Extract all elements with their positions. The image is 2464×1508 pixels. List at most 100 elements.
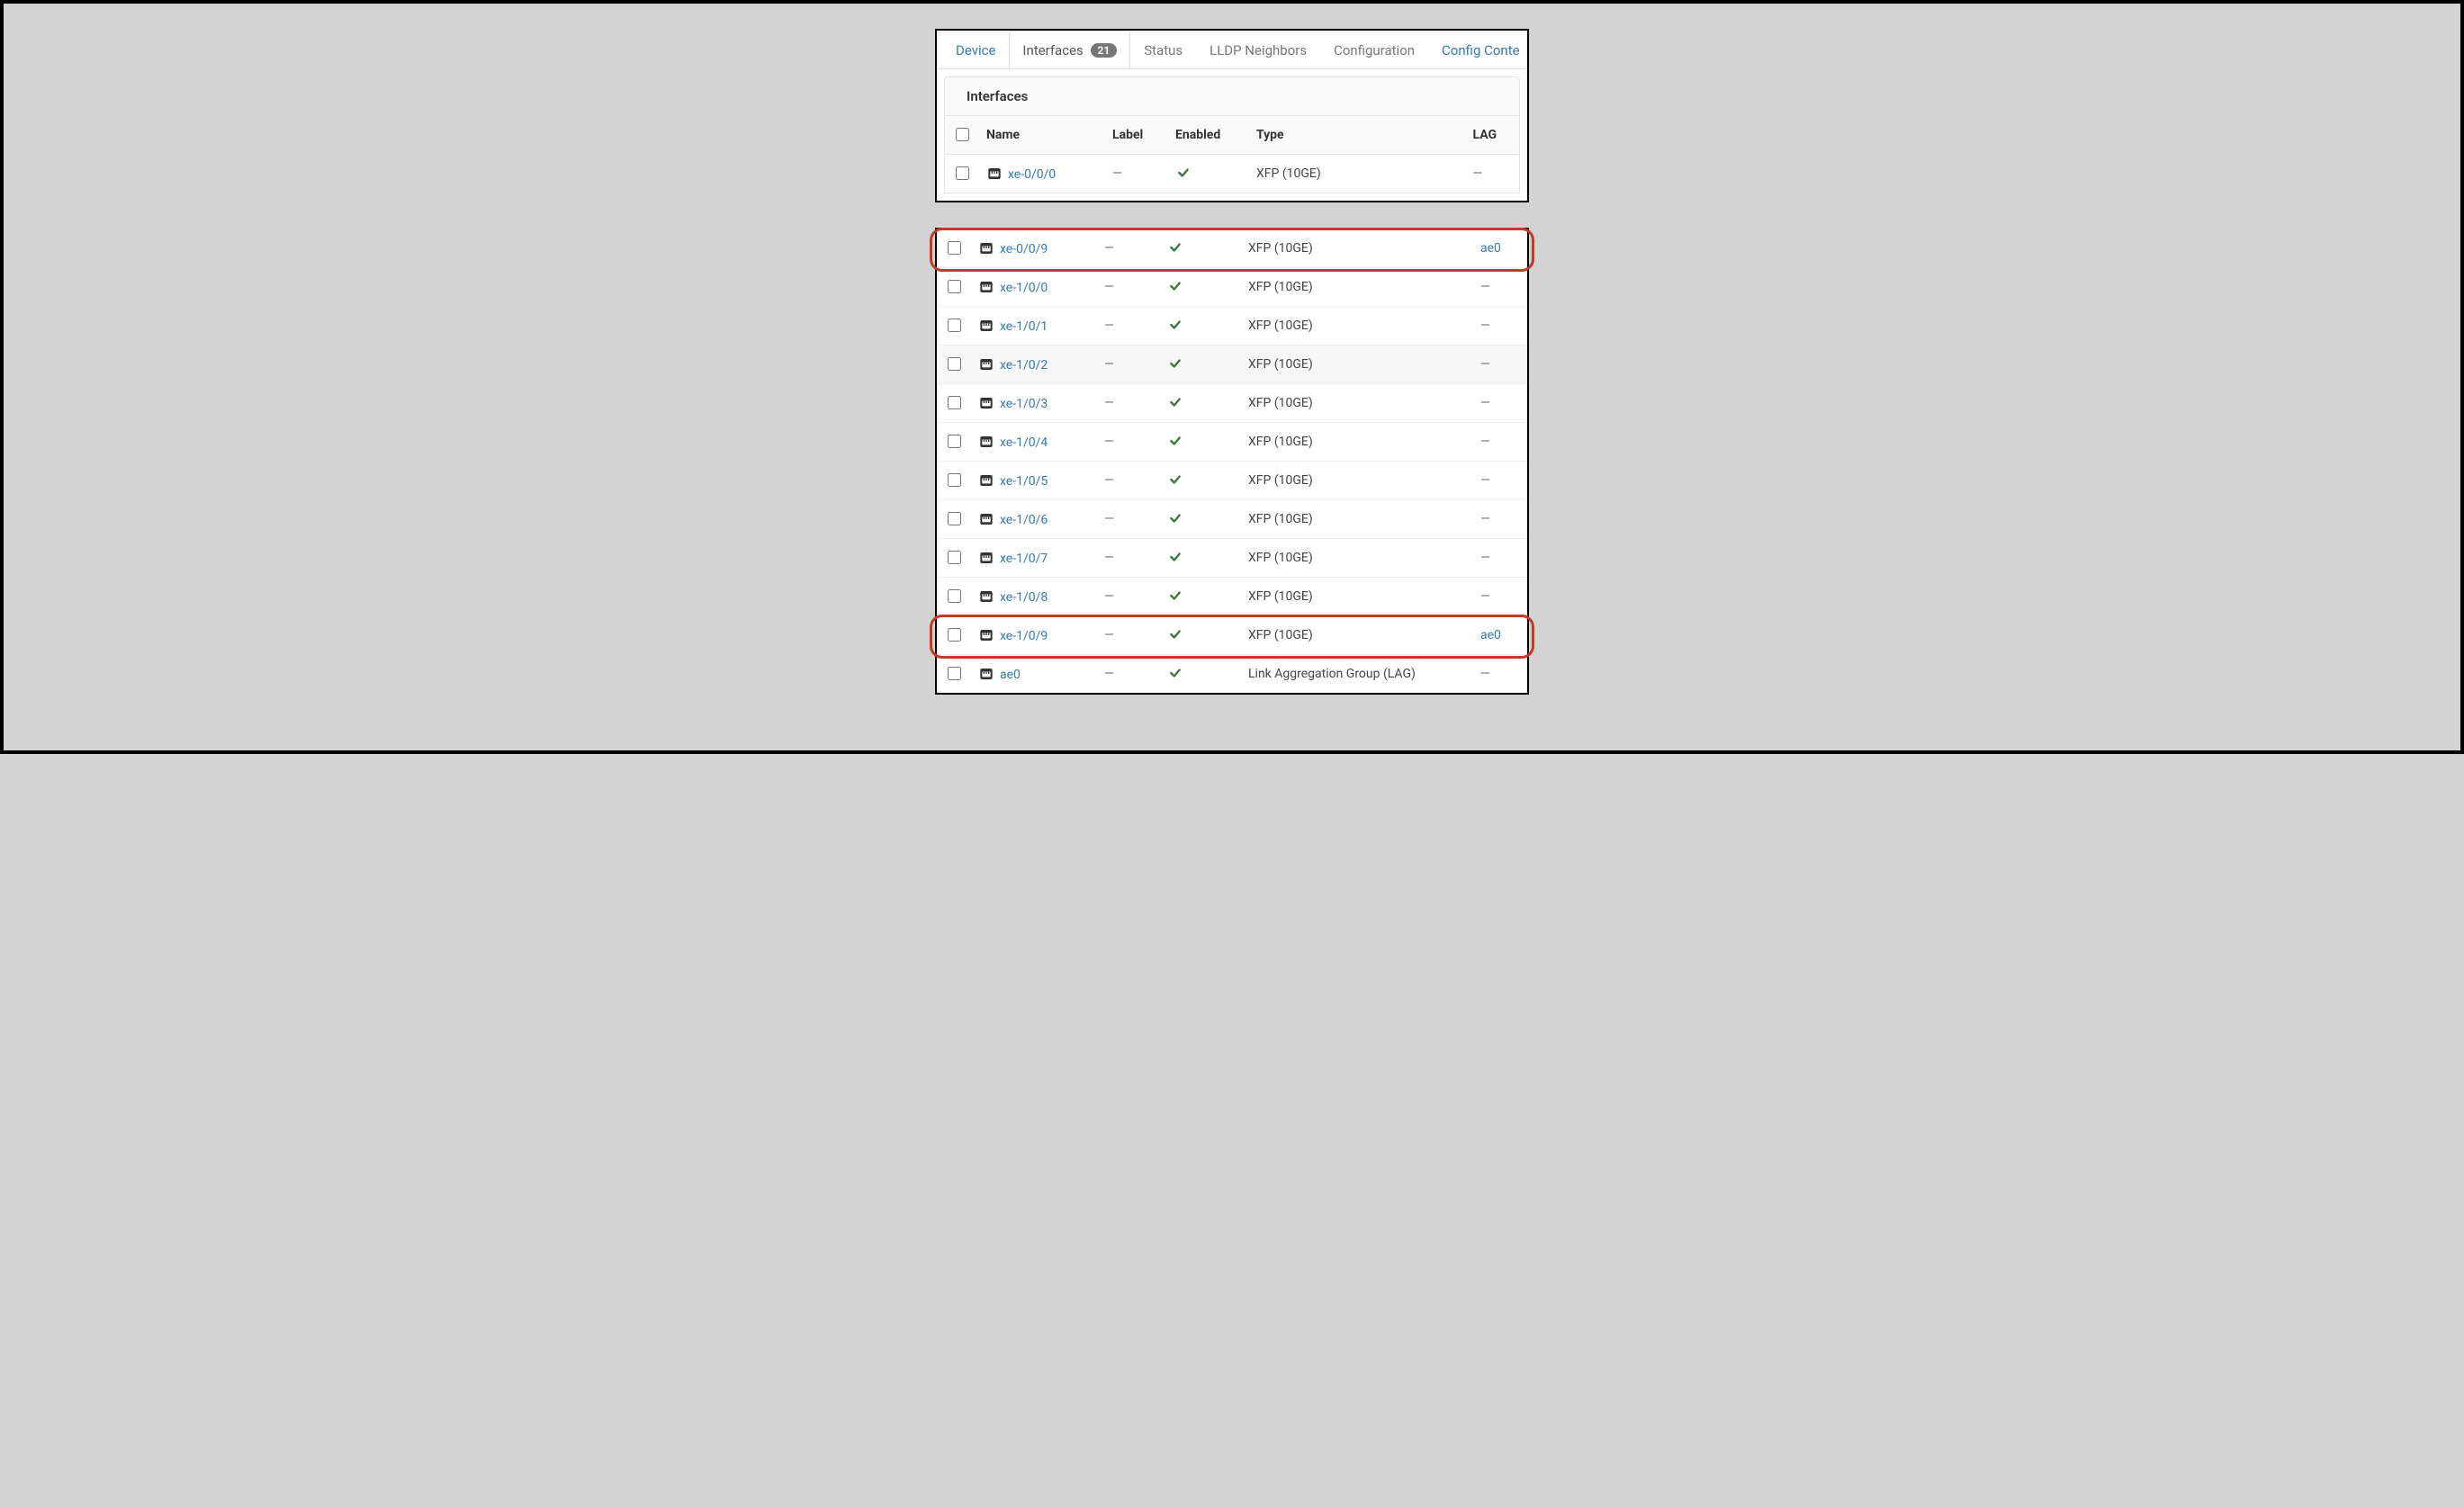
lag-value: — [1480,319,1490,333]
enabled-check-icon [1167,471,1183,490]
interface-link[interactable]: xe-1/0/2 [1000,358,1048,373]
label-value: — [1104,628,1114,642]
interfaces-panel-top: Device Interfaces 21 Status LLDP Neighbo… [935,29,1529,202]
row-checkbox[interactable] [948,396,961,409]
label-value: — [1104,551,1114,565]
interface-link[interactable]: xe-1/0/3 [1000,397,1048,411]
enabled-check-icon [1167,317,1183,336]
ethernet-port-icon [986,166,1003,181]
tab-lldp-neighbors[interactable]: LLDP Neighbors [1196,31,1320,69]
col-type[interactable]: Type [1249,116,1466,155]
interface-link[interactable]: xe-1/0/6 [1000,513,1048,527]
row-checkbox[interactable] [956,166,969,180]
row-checkbox[interactable] [948,551,961,564]
type-value: XFP (10GE) [1248,319,1313,333]
ethernet-port-icon [978,435,994,449]
type-value: XFP (10GE) [1248,628,1313,642]
type-value: XFP (10GE) [1248,357,1313,372]
tab-configuration[interactable]: Configuration [1320,31,1428,69]
type-value: XFP (10GE) [1248,512,1313,526]
tab-interfaces[interactable]: Interfaces 21 [1009,31,1130,69]
interface-link[interactable]: xe-1/0/1 [1000,319,1048,334]
lag-value: — [1480,551,1490,565]
row-checkbox[interactable] [948,357,961,371]
interface-link[interactable]: xe-1/0/0 [1000,281,1048,295]
table-row: xe-1/0/2—XFP (10GE)— [937,346,1527,384]
tab-status[interactable]: Status [1130,31,1196,69]
ethernet-port-icon [978,280,994,294]
row-checkbox[interactable] [948,241,961,255]
type-value: XFP (10GE) [1256,166,1321,181]
label-value: — [1112,166,1122,181]
interface-link[interactable]: xe-0/0/9 [1000,242,1048,256]
type-value: XFP (10GE) [1248,551,1313,565]
tab-config-context[interactable]: Config Conte [1428,31,1527,69]
col-lag[interactable]: LAG [1466,116,1520,155]
row-checkbox[interactable] [948,473,961,487]
lag-value: — [1480,435,1490,449]
ethernet-port-icon [978,319,994,333]
table-row: xe-1/0/1 — XFP (10GE) — [937,307,1527,346]
table-row: xe-1/0/6 — XFP (10GE) — [937,500,1527,539]
ethernet-port-icon [978,551,994,565]
interface-link[interactable]: xe-1/0/9 [1000,629,1048,643]
lag-link[interactable]: ae0 [1480,241,1501,256]
col-label[interactable]: Label [1105,116,1168,155]
enabled-check-icon [1167,394,1183,413]
lag-value: — [1480,512,1490,526]
ethernet-port-icon [978,357,994,372]
col-name[interactable]: Name [979,116,1105,155]
enabled-check-icon [1167,665,1183,684]
row-checkbox[interactable] [948,435,961,448]
label-value: — [1104,435,1114,449]
table-row: xe-1/0/8—XFP (10GE)— [937,578,1527,616]
row-checkbox[interactable] [948,280,961,293]
label-value: — [1104,589,1114,604]
tab-bar: Device Interfaces 21 Status LLDP Neighbo… [937,31,1527,69]
table-row: xe-0/0/0—XFP (10GE)— [945,155,1520,193]
interface-link[interactable]: ae0 [1000,668,1021,682]
row-checkbox[interactable] [948,628,961,642]
interface-link[interactable]: xe-1/0/7 [1000,552,1048,566]
enabled-check-icon [1175,165,1192,184]
enabled-check-icon [1167,588,1183,606]
ethernet-port-icon [978,628,994,642]
interfaces-panel-continued: xe-0/0/9—XFP (10GE)ae0xe-1/0/0—XFP (10GE… [935,228,1529,695]
lag-value: — [1480,589,1490,604]
lag-value: — [1480,357,1490,372]
type-value: XFP (10GE) [1248,280,1313,294]
interface-link[interactable]: xe-1/0/8 [1000,590,1048,605]
panel-title: Interfaces [944,76,1520,115]
lag-value: — [1480,396,1490,410]
enabled-check-icon [1167,433,1183,452]
table-row: xe-1/0/0—XFP (10GE)— [937,268,1527,307]
col-enabled[interactable]: Enabled [1168,116,1249,155]
label-value: — [1104,319,1114,333]
interfaces-table-header: Name Label Enabled Type LAG xe-0/0/0 — XFP… [944,115,1520,193]
ethernet-port-icon [978,396,994,410]
ethernet-port-icon [978,667,994,681]
lag-value: — [1480,473,1490,488]
label-value: — [1104,473,1114,488]
row-checkbox[interactable] [948,319,961,332]
table-row: xe-1/0/4—XFP (10GE)— [937,423,1527,462]
enabled-check-icon [1167,239,1183,258]
row-checkbox[interactable] [948,589,961,603]
ethernet-port-icon [978,589,994,604]
table-row: xe-1/0/9 — XFP (10GE) ae0 [937,616,1527,655]
table-row: xe-1/0/3—XFP (10GE)— [937,384,1527,423]
select-all-checkbox[interactable] [956,128,969,141]
type-value: XFP (10GE) [1248,473,1313,488]
lag-link[interactable]: ae0 [1480,628,1501,642]
interface-link[interactable]: xe-1/0/4 [1000,435,1048,450]
interfaces-count-badge: 21 [1091,43,1118,58]
enabled-check-icon [1167,626,1183,645]
label-value: — [1104,512,1114,526]
tab-device[interactable]: Device [942,31,1009,69]
interface-link[interactable]: xe-1/0/5 [1000,474,1048,489]
row-checkbox[interactable] [948,512,961,525]
table-row: xe-0/0/9—XFP (10GE)ae0 [937,229,1527,268]
label-value: — [1104,241,1114,256]
row-checkbox[interactable] [948,667,961,680]
interface-link[interactable]: xe-0/0/0 [1008,167,1056,182]
